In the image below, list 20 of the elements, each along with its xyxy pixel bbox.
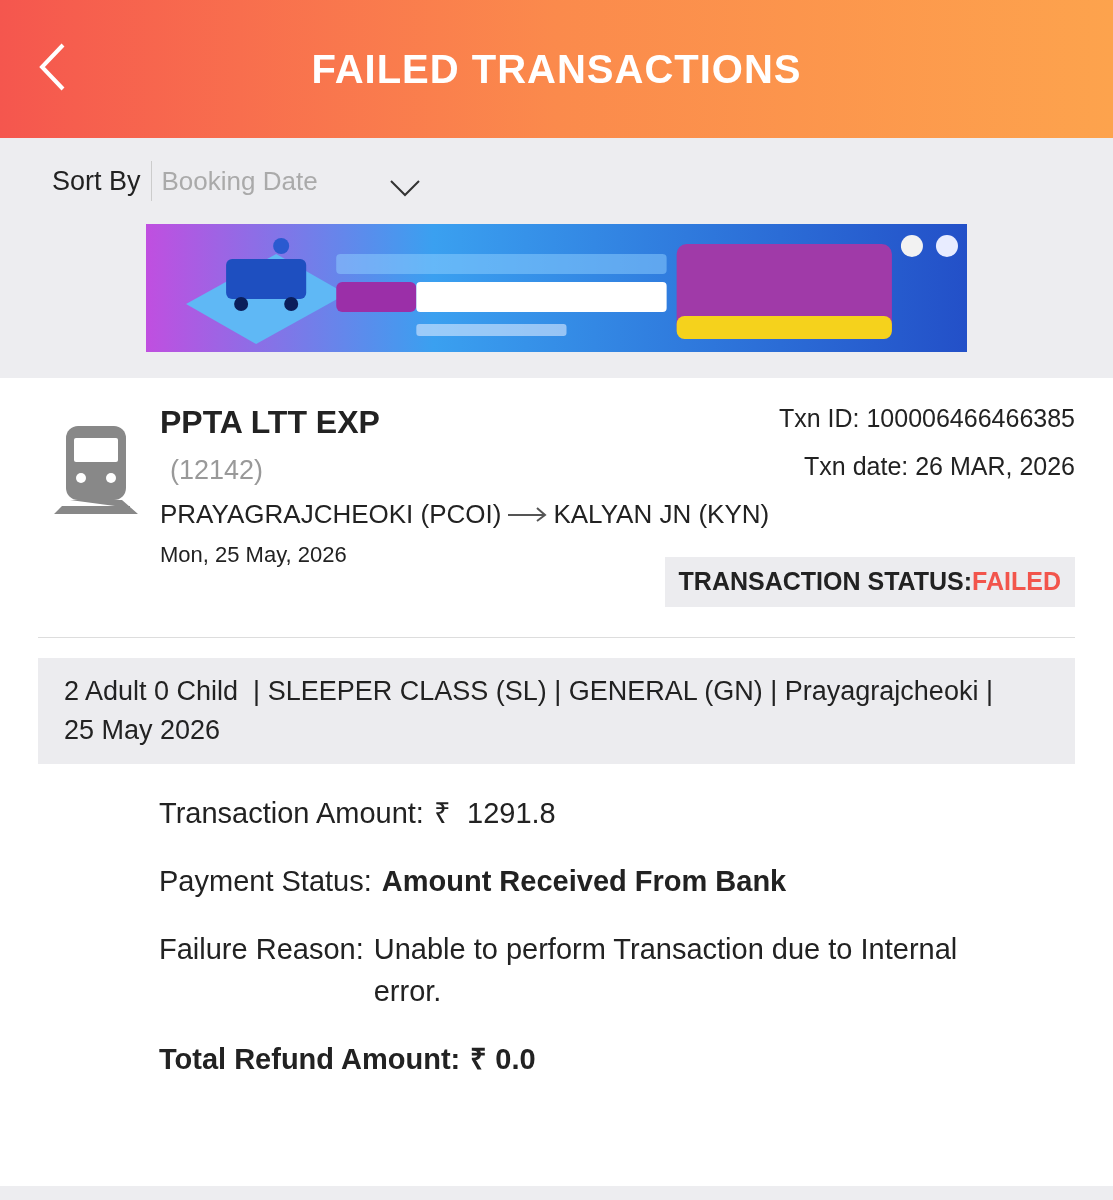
train-name: PPTA LTT EXP <box>160 403 381 442</box>
txn-id: Txn ID: 100006466466385 <box>778 403 1075 434</box>
detail-value: ₹ 0.0 <box>470 1041 536 1077</box>
status-badge: TRANSACTION STATUS:FAILED <box>664 557 1075 607</box>
detail-value: Amount Received From Bank <box>381 863 787 899</box>
origin-station: PRAYAGRAJCHEOKI (PCOI) <box>160 497 502 531</box>
detail-label: Total Refund Amount: <box>159 1041 461 1077</box>
detail-value: ₹ 1291.8 <box>433 795 556 831</box>
detail-label: Failure Reason: <box>159 931 364 967</box>
booking-summary: 2 Adult 0 Child | SLEEPER CLASS (SL) | GENERAL (GN) | Prayagrajcheoki | 25 May 2026 <box>38 657 1075 764</box>
sort-dropdown[interactable]: Booking Date <box>150 161 421 201</box>
journey-date: Mon, 25 May, 2026 <box>160 540 348 569</box>
detail-value: Unable to perform Transaction due to Internal error. <box>373 931 959 1009</box>
detail-label: Transaction Amount: <box>159 795 424 831</box>
destination-station: KALYAN JN (KYN) <box>553 497 770 531</box>
train-number: (12142) <box>170 454 265 487</box>
txn-date: Txn date: 26 MAR, 2026 <box>804 450 1075 482</box>
page-title: FAILED TRANSACTIONS <box>311 46 802 93</box>
detail-label: Payment Status: <box>159 863 372 899</box>
sort-label: Sort By <box>52 164 141 198</box>
